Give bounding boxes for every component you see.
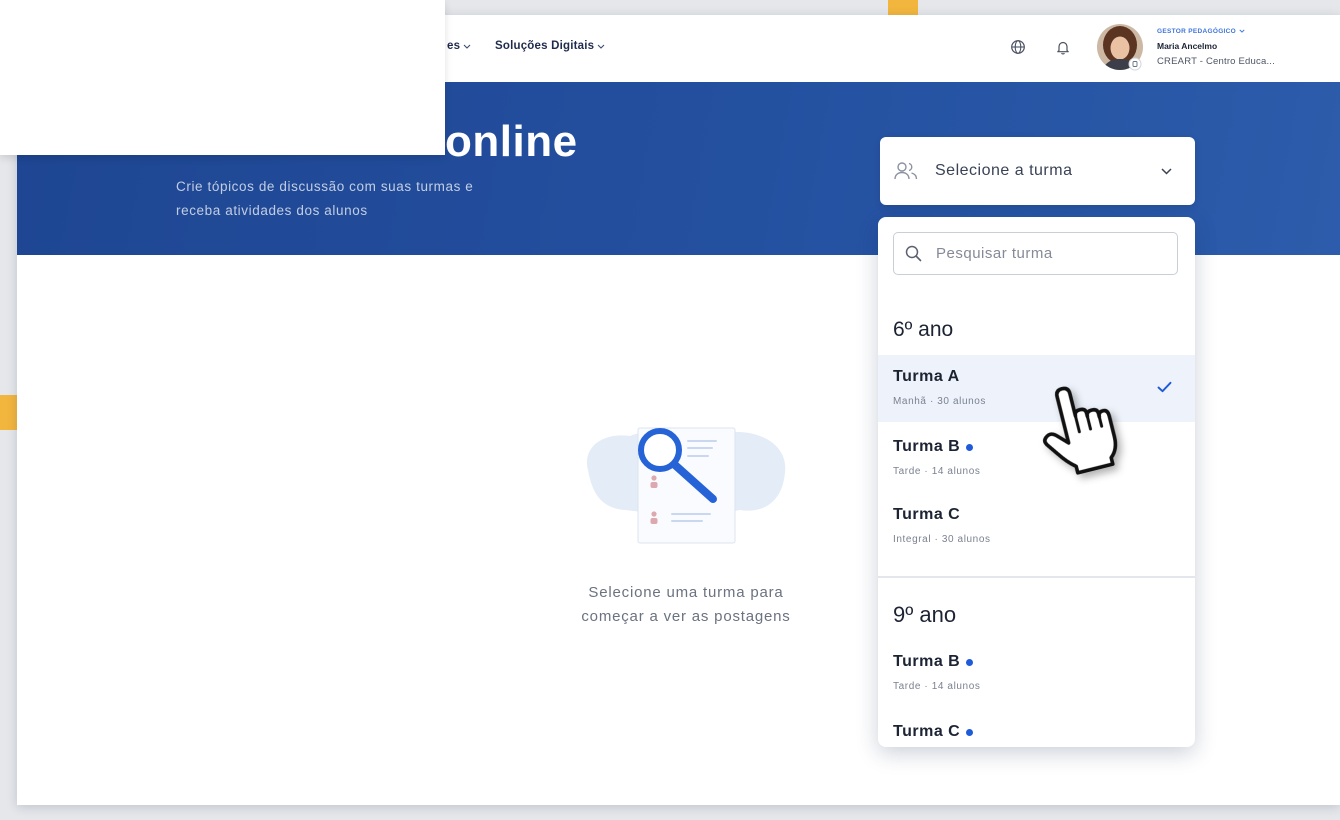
- page-subtitle: Crie tópicos de discussão com suas turma…: [176, 175, 473, 223]
- empty-state-message: Selecione uma turma para começar a ver a…: [546, 581, 826, 629]
- class-option-name-wrap: Turma B: [893, 437, 974, 457]
- chevron-down-icon: [463, 44, 471, 49]
- empty-state-line: começar a ver as postagens: [581, 608, 791, 625]
- class-option[interactable]: Turma B Tarde · 14 alunos: [878, 640, 1195, 707]
- user-organization: CREART - Centro Educa...: [1157, 56, 1275, 67]
- check-icon: [1157, 381, 1172, 393]
- class-option[interactable]: Turma C: [878, 710, 1195, 747]
- class-option-name: Turma A: [893, 368, 960, 385]
- class-option-name: Turma C: [893, 506, 961, 523]
- screen: es Soluções Digitais GESTOR PEDAGÓGICO M…: [0, 0, 1340, 820]
- nav-item-solucoes-digitais[interactable]: Soluções Digitais: [495, 39, 605, 53]
- search-input[interactable]: [936, 233, 1171, 273]
- class-option-name-wrap: Turma A: [893, 367, 960, 387]
- class-option-name: Turma C: [893, 723, 961, 740]
- class-search[interactable]: [893, 232, 1178, 275]
- overlay-panel: [0, 0, 445, 155]
- class-option-name-wrap: Turma C: [893, 722, 974, 742]
- nav-item-label: Soluções Digitais: [495, 40, 595, 52]
- user-name: Maria Ancelmo: [1157, 41, 1218, 51]
- class-dropdown: 6º ano Turma A Manhã · 30 alunos Turma B…: [878, 217, 1195, 747]
- update-dot: [966, 658, 974, 666]
- nav-item-label: es: [447, 40, 461, 52]
- globe-icon[interactable]: [1010, 39, 1026, 55]
- class-option-name-wrap: Turma B: [893, 652, 974, 672]
- class-option-meta: Integral · 30 alunos: [893, 534, 991, 545]
- page-title: online: [445, 117, 578, 166]
- group-label: 9º ano: [893, 602, 957, 627]
- update-dot: [966, 728, 974, 736]
- class-option-meta: Tarde · 14 alunos: [893, 466, 981, 477]
- group-divider: [878, 576, 1195, 578]
- class-option-name: Turma B: [893, 653, 961, 670]
- class-option-name: Turma B: [893, 438, 961, 455]
- class-option-meta: Manhã · 30 alunos: [893, 396, 987, 407]
- group-label: 6º ano: [893, 318, 954, 341]
- empty-state-line: Selecione uma turma para: [588, 584, 784, 601]
- nav-item-partial[interactable]: es: [447, 39, 471, 53]
- class-option-meta: Tarde · 14 alunos: [893, 681, 981, 692]
- user-role-selector[interactable]: GESTOR PEDAGÓGICO: [1157, 27, 1245, 35]
- subtitle-line: Crie tópicos de discussão com suas turma…: [176, 179, 474, 194]
- class-select[interactable]: Selecione a turma: [880, 137, 1195, 205]
- user-role: GESTOR PEDAGÓGICO: [1157, 27, 1237, 35]
- avatar[interactable]: [1096, 23, 1146, 73]
- subtitle-line: receba atividades dos alunos: [176, 203, 368, 218]
- class-select-placeholder: Selecione a turma: [935, 162, 1073, 179]
- class-option[interactable]: Turma C Integral · 30 alunos: [878, 493, 1195, 560]
- chevron-down-icon: [1239, 29, 1245, 33]
- search-document-illustration: [586, 427, 786, 544]
- chevron-down-icon: [597, 44, 605, 49]
- class-option-name-wrap: Turma C: [893, 505, 960, 525]
- bell-icon[interactable]: [1055, 39, 1071, 55]
- users-icon: [894, 162, 918, 180]
- search-icon: [905, 245, 922, 262]
- chevron-down-icon: [1161, 168, 1172, 175]
- update-dot: [966, 443, 974, 451]
